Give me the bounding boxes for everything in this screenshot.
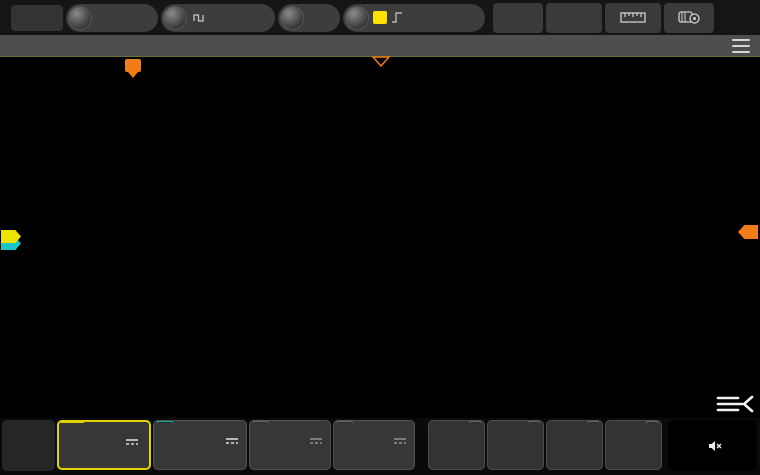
ch3-tab[interactable] xyxy=(253,421,269,423)
math-tile-3[interactable] xyxy=(546,420,603,470)
math-tile-1[interactable] xyxy=(428,420,485,470)
dc-coupling-icon xyxy=(225,436,239,445)
waveform-display[interactable] xyxy=(0,0,760,475)
math-tile-2[interactable] xyxy=(487,420,544,470)
ch1-tab[interactable] xyxy=(61,421,84,423)
ch2-tab[interactable] xyxy=(157,421,173,423)
channel-tile-ch2[interactable] xyxy=(153,420,247,470)
math1-tab[interactable] xyxy=(469,421,481,423)
channel-tile-ch4[interactable] xyxy=(333,420,415,470)
math3-tab[interactable] xyxy=(587,421,599,423)
bottom-bar xyxy=(0,418,760,475)
channel-tile-ch3[interactable] xyxy=(249,420,331,470)
channel-tile-ch1[interactable] xyxy=(57,420,151,470)
trigger-position-marker[interactable] xyxy=(125,59,141,72)
dc-coupling-icon xyxy=(309,436,323,445)
settings-button[interactable] xyxy=(2,420,55,471)
math2-tab[interactable] xyxy=(528,421,540,423)
status-block[interactable] xyxy=(668,420,757,471)
horizontal-center-marker xyxy=(371,56,391,68)
dc-coupling-icon xyxy=(393,436,407,445)
oscilloscope-screen xyxy=(0,0,760,475)
menu-collapse-icon[interactable] xyxy=(712,392,756,416)
speaker-muted-icon xyxy=(708,440,722,452)
math-tile-4[interactable] xyxy=(605,420,662,470)
gear-icon xyxy=(5,422,53,470)
ch4-tab[interactable] xyxy=(337,421,353,423)
dc-coupling-icon xyxy=(125,437,139,446)
math4-tab[interactable] xyxy=(646,421,658,423)
